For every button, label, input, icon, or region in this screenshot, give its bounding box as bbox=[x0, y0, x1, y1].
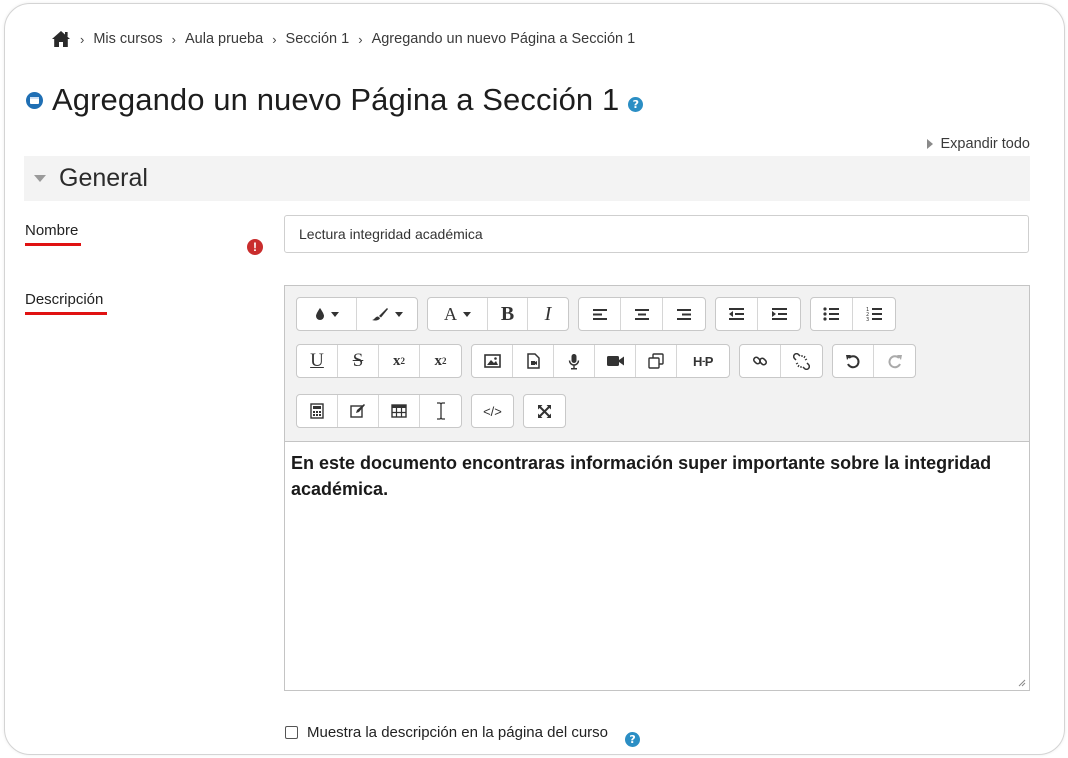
manage-files-icon[interactable] bbox=[636, 345, 677, 377]
toolbar-group-links bbox=[739, 344, 823, 378]
text-cursor-icon[interactable] bbox=[420, 395, 461, 427]
chevron-right-icon: › bbox=[171, 31, 176, 47]
expand-all-label: Expandir todo bbox=[940, 136, 1030, 152]
description-text: En este documento encontraras informació… bbox=[291, 453, 992, 499]
chevron-right-icon: › bbox=[272, 31, 277, 47]
media-file-icon[interactable] bbox=[513, 345, 554, 377]
align-center-icon[interactable] bbox=[621, 298, 663, 330]
unlink-icon[interactable] bbox=[781, 345, 822, 377]
font-family-button[interactable]: A bbox=[428, 298, 488, 330]
toolbar-group-history bbox=[832, 344, 916, 378]
html-code-icon[interactable]: </> bbox=[472, 395, 513, 427]
page-header: Agregando un nuevo Página a Sección 1 ? bbox=[26, 82, 644, 118]
bullet-list-icon[interactable] bbox=[811, 298, 853, 330]
show-description-label: Muestra la descripción en la página del … bbox=[307, 724, 609, 741]
toolbar-row-1: A B I 1 2 3 bbox=[296, 297, 905, 331]
bold-button[interactable]: B bbox=[488, 298, 528, 330]
expand-all-link[interactable]: Expandir todo bbox=[926, 136, 1030, 152]
align-right-icon[interactable] bbox=[663, 298, 705, 330]
indent-icon[interactable] bbox=[758, 298, 800, 330]
description-label-wrap: Descripción bbox=[25, 291, 107, 315]
toolbar-row-2: U S x2 x2 H-P bbox=[296, 344, 925, 378]
resize-handle-icon[interactable] bbox=[1016, 677, 1026, 687]
toolbar-group-text: A B I bbox=[427, 297, 569, 331]
red-underline bbox=[25, 312, 107, 315]
name-label-wrap: Nombre bbox=[25, 222, 81, 246]
h5p-icon[interactable]: H-P bbox=[677, 345, 729, 377]
toolbar-group-tools bbox=[296, 394, 462, 428]
show-description-option: Muestra la descripción en la página del … bbox=[285, 718, 641, 747]
required-icon: ! bbox=[247, 239, 263, 255]
microphone-icon[interactable] bbox=[554, 345, 595, 377]
page-title: Agregando un nuevo Página a Sección 1 bbox=[52, 82, 620, 117]
toolbar-group-html: </> bbox=[471, 394, 514, 428]
show-description-checkbox[interactable] bbox=[285, 726, 298, 739]
calculator-icon[interactable] bbox=[297, 395, 338, 427]
toolbar-row-3: </> bbox=[296, 394, 575, 428]
red-underline bbox=[25, 243, 81, 246]
strikethrough-button[interactable]: S bbox=[338, 345, 379, 377]
tint-icon bbox=[315, 308, 324, 320]
name-label: Nombre bbox=[25, 222, 79, 239]
subscript-button[interactable]: x2 bbox=[379, 345, 420, 377]
toolbar-group-media: H-P bbox=[471, 344, 730, 378]
outdent-icon[interactable] bbox=[716, 298, 758, 330]
section-title: General bbox=[59, 164, 148, 192]
page-module-icon bbox=[26, 91, 43, 109]
fullscreen-icon[interactable] bbox=[524, 395, 565, 427]
caret-right-icon bbox=[926, 139, 933, 149]
breadcrumb-item-mis-cursos[interactable]: Mis cursos bbox=[93, 31, 162, 47]
toolbar-group-lists: 123 bbox=[810, 297, 896, 331]
undo-icon[interactable] bbox=[833, 345, 874, 377]
name-input[interactable] bbox=[284, 215, 1029, 253]
editor-content-area[interactable]: En este documento encontraras informació… bbox=[285, 441, 1029, 690]
breadcrumb-item-seccion-1[interactable]: Sección 1 bbox=[286, 31, 350, 47]
breadcrumb-item-aula-prueba[interactable]: Aula prueba bbox=[185, 31, 263, 47]
toolbar-group-indent bbox=[715, 297, 801, 331]
toolbar-group-colors bbox=[296, 297, 418, 331]
video-camera-icon[interactable] bbox=[595, 345, 636, 377]
link-icon[interactable] bbox=[740, 345, 781, 377]
font-color-button[interactable] bbox=[297, 298, 357, 330]
image-icon[interactable] bbox=[472, 345, 513, 377]
background-color-button[interactable] bbox=[357, 298, 417, 330]
chevron-right-icon: › bbox=[358, 31, 363, 47]
toolbar-group-fullscreen bbox=[523, 394, 566, 428]
caret-down-icon bbox=[34, 175, 46, 182]
rich-text-editor: A B I 1 2 3 U S x 2 x 2 H - P </> En est… bbox=[284, 285, 1030, 691]
paintbrush-icon bbox=[372, 308, 388, 321]
section-general-header[interactable]: General bbox=[24, 156, 1030, 201]
underline-button[interactable]: U bbox=[297, 345, 338, 377]
home-icon[interactable] bbox=[51, 30, 71, 48]
align-left-icon[interactable] bbox=[579, 298, 621, 330]
help-icon[interactable]: ? bbox=[628, 96, 644, 112]
numbered-list-icon[interactable]: 123 bbox=[853, 298, 895, 330]
chevron-right-icon: › bbox=[80, 31, 85, 47]
italic-button[interactable]: I bbox=[528, 298, 568, 330]
superscript-button[interactable]: x2 bbox=[420, 345, 461, 377]
breadcrumb-item-current[interactable]: Agregando un nuevo Página a Sección 1 bbox=[372, 31, 636, 47]
toolbar-group-align bbox=[578, 297, 706, 331]
description-label: Descripción bbox=[25, 291, 104, 308]
edit-icon[interactable] bbox=[338, 395, 379, 427]
breadcrumb: › Mis cursos › Aula prueba › Sección 1 ›… bbox=[51, 28, 635, 50]
redo-icon[interactable] bbox=[874, 345, 915, 377]
help-icon[interactable]: ? bbox=[625, 732, 641, 747]
toolbar-group-formatting: U S x2 x2 bbox=[296, 344, 462, 378]
table-icon[interactable] bbox=[379, 395, 420, 427]
svg-text:3: 3 bbox=[866, 317, 869, 322]
